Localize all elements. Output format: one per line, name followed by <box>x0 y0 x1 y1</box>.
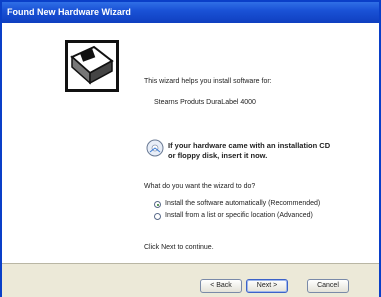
wizard-content: This wizard helps you install software f… <box>132 23 379 263</box>
continue-text: Click Next to continue. <box>144 244 214 251</box>
intro-text: This wizard helps you install software f… <box>144 78 272 85</box>
radio-advanced-install[interactable] <box>154 213 161 220</box>
cd-prompt-line1: If your hardware came with an installati… <box>168 141 331 150</box>
radio-auto-install[interactable] <box>154 201 161 208</box>
question-text: What do you want the wizard to do? <box>144 183 256 190</box>
next-button[interactable]: Next > <box>246 279 288 293</box>
cd-icon <box>146 139 164 157</box>
cancel-button[interactable]: Cancel <box>307 279 349 293</box>
title-bar: Found New Hardware Wizard <box>2 2 379 23</box>
wizard-side-panel <box>2 23 132 263</box>
back-button[interactable]: < Back <box>200 279 242 293</box>
hardware-wizard-icon <box>65 40 119 92</box>
cd-prompt-line2: or floppy disk, insert it now. <box>168 151 268 160</box>
button-bar: < Back Next > Cancel <box>2 264 379 297</box>
window-title: Found New Hardware Wizard <box>7 7 131 17</box>
option-advanced-label[interactable]: Install from a list or specific location… <box>165 212 313 219</box>
wizard-window: Found New Hardware Wizard This wizard he… <box>0 0 381 297</box>
option-auto-label[interactable]: Install the software automatically (Reco… <box>165 200 320 207</box>
device-name: Stearns Produts DuraLabel 4000 <box>154 99 256 106</box>
